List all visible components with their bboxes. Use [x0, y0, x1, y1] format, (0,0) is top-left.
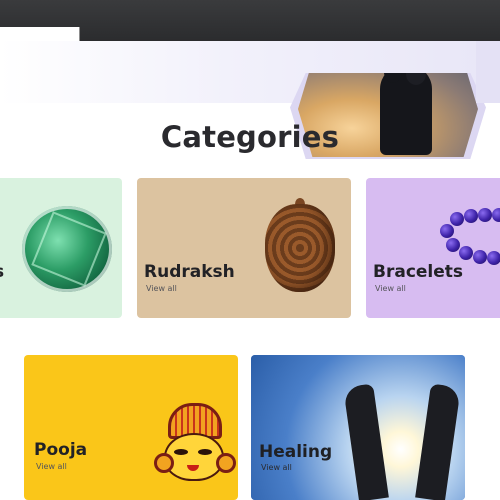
- card-title: Pooja: [34, 440, 88, 460]
- category-card-healing[interactable]: Healing View all: [251, 355, 465, 500]
- view-all-link[interactable]: View all: [36, 462, 67, 471]
- rudraksh-bead-image: [265, 204, 335, 292]
- category-card-bracelets[interactable]: Bracelets View all: [366, 178, 500, 318]
- card-title: Bracelets: [373, 262, 464, 282]
- bracelet-bead: [446, 238, 460, 252]
- bracelet-bead: [487, 251, 500, 265]
- emerald-gem-image: [22, 206, 112, 292]
- bracelet-bead: [492, 208, 500, 222]
- hero-banner: [0, 41, 500, 159]
- bracelet-bead: [450, 212, 464, 226]
- hero-edge: [476, 41, 500, 103]
- deity-eye: [174, 449, 188, 455]
- bracelet-bead: [459, 246, 473, 260]
- page: Categories s Rudraksh View all Bracelets…: [0, 0, 500, 500]
- category-card-pooja[interactable]: Pooja View all: [24, 355, 238, 500]
- deity-face: [164, 433, 224, 481]
- view-all-link[interactable]: View all: [375, 284, 406, 293]
- view-all-link[interactable]: View all: [261, 463, 292, 472]
- deity-earring: [216, 453, 236, 473]
- deity-earring: [154, 453, 174, 473]
- bracelet-bead: [473, 250, 487, 264]
- bracelet-bead: [464, 209, 478, 223]
- card-title: Healing: [259, 442, 333, 462]
- bracelet-bead: [478, 208, 492, 222]
- categories-heading: Categories: [160, 120, 340, 154]
- category-card-gemstones[interactable]: s: [0, 178, 122, 318]
- card-title: s: [0, 262, 4, 282]
- card-title: Rudraksh: [144, 262, 235, 282]
- bracelet-bead: [440, 224, 454, 238]
- deity-lip: [187, 465, 199, 471]
- durga-illustration: [154, 403, 236, 487]
- category-card-rudraksh[interactable]: Rudraksh View all: [137, 178, 351, 318]
- deity-eye: [198, 449, 212, 455]
- view-all-link[interactable]: View all: [146, 284, 177, 293]
